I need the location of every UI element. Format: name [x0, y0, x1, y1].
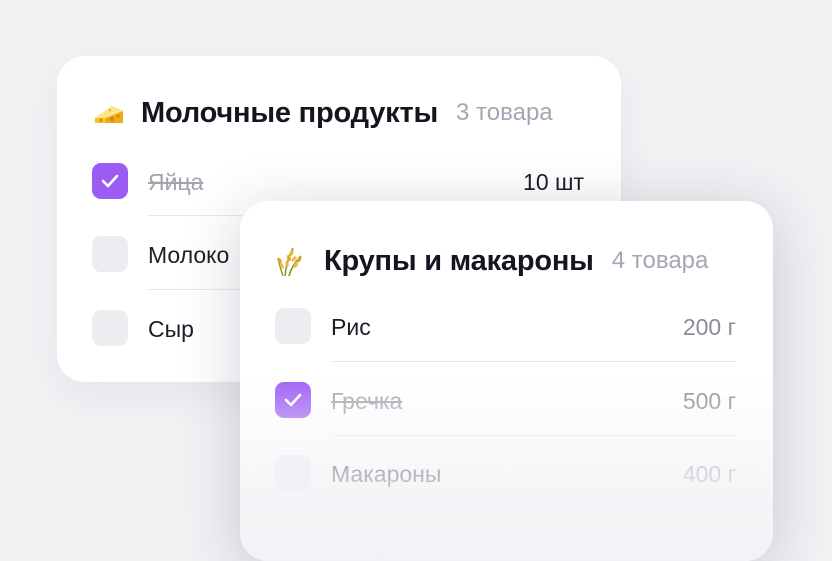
list-item[interactable]: Макароны 400 г — [275, 454, 736, 492]
item-name: Рис — [331, 314, 371, 340]
checkbox[interactable] — [275, 455, 311, 491]
rice-icon — [275, 244, 309, 278]
checkbox[interactable] — [92, 236, 128, 272]
checkbox[interactable] — [92, 163, 128, 199]
cheese-icon — [92, 96, 126, 130]
item-name: Яйца — [148, 169, 204, 195]
checkbox[interactable] — [275, 382, 311, 418]
list-item[interactable]: Гречка 500 г — [275, 381, 736, 419]
divider — [331, 435, 736, 436]
checkbox[interactable] — [275, 308, 311, 344]
list-title: Крупы и макароны — [324, 244, 594, 277]
item-count: 3 товара — [456, 99, 553, 126]
item-quantity: 500 г — [682, 388, 736, 414]
item-name: Молоко — [148, 242, 230, 268]
item-quantity: 200 г — [682, 314, 736, 340]
divider — [331, 361, 736, 362]
item-quantity: 10 шт — [523, 169, 584, 195]
shopping-list-card-grains: Крупы и макароны 4 товара Рис 200 г Греч… — [240, 201, 773, 561]
item-name: Гречка — [331, 388, 403, 414]
item-name: Сыр — [148, 316, 194, 342]
checkmark-icon — [101, 174, 119, 188]
list-item[interactable]: Рис 200 г — [275, 307, 736, 345]
checkmark-icon — [284, 393, 302, 407]
item-quantity: 400 г — [682, 461, 736, 487]
item-name: Макароны — [331, 461, 442, 487]
list-title: Молочные продукты — [141, 96, 439, 129]
checkbox[interactable] — [92, 310, 128, 346]
list-item[interactable]: Яйца 10 шт — [92, 162, 584, 200]
list-header: Молочные продукты 3 товара — [92, 96, 553, 130]
item-count: 4 товара — [611, 247, 709, 274]
list-header: Крупы и макароны 4 товара — [275, 244, 708, 278]
